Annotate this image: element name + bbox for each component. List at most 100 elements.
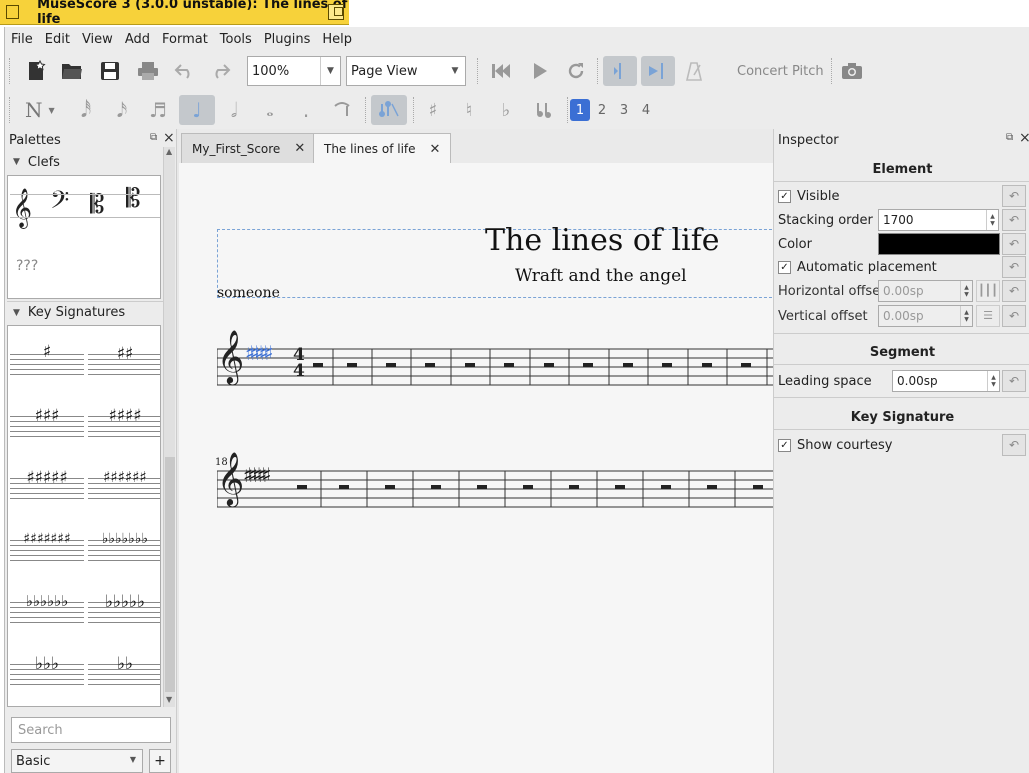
voice-3-button[interactable]: 3	[614, 99, 634, 121]
redo-icon[interactable]	[205, 56, 235, 86]
menu-help[interactable]: Help	[316, 32, 358, 47]
loop-in-icon[interactable]	[603, 56, 637, 86]
save-icon[interactable]	[95, 56, 125, 86]
spinner-arrows-icon[interactable]: ▲ ▼	[960, 306, 972, 326]
open-folder-icon[interactable]	[57, 56, 87, 86]
flip-direction-icon[interactable]	[371, 95, 407, 125]
stacking-order-input[interactable]: 1700 ▲ ▼	[878, 209, 999, 231]
palettes-scrollbar[interactable]: ▲ ▼	[163, 147, 175, 707]
section-keysig-header[interactable]: ▼ Key Signatures	[7, 301, 165, 323]
staff-system-1[interactable]: 𝄞 ♯♯♯♯♯ 44	[217, 333, 773, 387]
v-offset-input[interactable]: 0.00sp ▲ ▼	[878, 305, 973, 327]
staff-system-2[interactable]: 𝄞 ♯♯♯♯♯	[217, 455, 773, 509]
close-icon[interactable]: ✕	[294, 141, 305, 156]
keysig-2-sharps[interactable]: ♯♯	[88, 328, 160, 388]
key-signature[interactable]: ♯♯♯♯♯	[243, 463, 271, 487]
maximize-icon[interactable]	[328, 4, 344, 20]
reset-icon[interactable]: ↶	[1002, 434, 1026, 456]
tab-the-lines-of-life[interactable]: The lines of life ✕	[313, 133, 452, 164]
keysig-6-sharps[interactable]: ♯♯♯♯♯♯	[88, 452, 160, 512]
auto-placement-checkbox[interactable]: ✓	[778, 260, 791, 274]
treble-clef-icon[interactable]: 𝄞	[217, 333, 244, 379]
visible-checkbox[interactable]: ✓	[778, 189, 791, 203]
32nd-note-icon[interactable]: 𝅘𝅥𝅯	[107, 95, 137, 125]
add-workspace-button[interactable]: +	[149, 749, 171, 773]
spinner-arrows-icon[interactable]: ▲ ▼	[987, 371, 999, 391]
treble-clef-icon[interactable]: 𝄞	[217, 455, 244, 501]
score-canvas[interactable]: The lines of life Wraft and the angel so…	[179, 163, 777, 773]
scrollbar-thumb[interactable]	[165, 457, 175, 692]
metronome-icon[interactable]	[679, 56, 709, 86]
new-score-icon[interactable]	[21, 56, 51, 86]
reset-icon[interactable]: ↶	[1002, 209, 1026, 231]
float-icon[interactable]: ⧉	[150, 132, 157, 143]
keysig-5-sharps[interactable]: ♯♯♯♯♯	[10, 452, 84, 512]
spinner-arrows-icon[interactable]: ▲ ▼	[960, 281, 972, 301]
half-note-icon[interactable]: 𝅗𝅥	[219, 95, 249, 125]
print-icon[interactable]	[133, 56, 163, 86]
menu-view[interactable]: View	[76, 32, 119, 47]
16th-note-icon[interactable]: ♬	[143, 95, 173, 125]
keysig-5-flats[interactable]: ♭♭♭♭♭	[88, 576, 160, 636]
reset-icon[interactable]: ↶	[1002, 370, 1026, 392]
score-subtitle[interactable]: Wraft and the angel	[515, 266, 687, 286]
scroll-down-icon[interactable]: ▼	[166, 695, 172, 704]
h-offset-input[interactable]: 0.00sp ▲ ▼	[878, 280, 973, 302]
tab-my-first-score[interactable]: My_First_Score ✕	[181, 133, 317, 163]
view-mode-combo[interactable]: Page View ▼	[346, 56, 466, 86]
section-clefs-header[interactable]: ▼ Clefs	[7, 151, 165, 173]
score-composer[interactable]: someone	[217, 285, 280, 301]
grid-snap-v-icon[interactable]: ☰	[976, 305, 1000, 327]
quarter-note-icon[interactable]: ♩	[179, 95, 215, 125]
64th-note-icon[interactable]: 𝅘𝅥𝅰	[71, 95, 101, 125]
keysig-1-sharp[interactable]: ♯	[10, 328, 84, 388]
sharp-icon[interactable]: ♯	[418, 95, 448, 125]
scroll-up-icon[interactable]: ▲	[166, 147, 172, 156]
toolbar-grip[interactable]	[9, 58, 11, 84]
reset-icon[interactable]: ↶	[1002, 256, 1026, 278]
time-signature[interactable]: 44	[293, 347, 305, 380]
menu-add[interactable]: Add	[119, 32, 156, 47]
key-signature-selected[interactable]: ♯♯♯♯♯	[245, 341, 273, 365]
float-icon[interactable]: ⧉	[1006, 132, 1013, 143]
natural-icon[interactable]: ♮	[454, 95, 484, 125]
whole-note-icon[interactable]: 𝅝	[255, 95, 285, 125]
keysig-3-sharps[interactable]: ♯♯♯	[10, 390, 84, 450]
rewind-icon[interactable]	[487, 56, 517, 86]
menu-tools[interactable]: Tools	[214, 32, 258, 47]
palette-search-input[interactable]: Search	[11, 717, 171, 743]
keysig-4-flats[interactable]: ♭♭♭	[10, 638, 84, 698]
flat-icon[interactable]: ♭	[491, 95, 521, 125]
voice-2-button[interactable]: 2	[592, 99, 612, 121]
color-swatch[interactable]	[878, 233, 1000, 255]
reset-icon[interactable]: ↶	[1002, 233, 1026, 255]
play-icon[interactable]	[525, 56, 555, 86]
keysig-2-flats[interactable]: ♭♭	[88, 638, 160, 698]
leading-space-input[interactable]: 0.00sp ▲ ▼	[892, 370, 1000, 392]
tie-icon[interactable]	[327, 95, 357, 125]
close-icon[interactable]: ×	[163, 130, 175, 146]
unknown-clef-label[interactable]: ???	[16, 258, 38, 274]
reset-icon[interactable]: ↶	[1002, 305, 1026, 327]
undo-icon[interactable]	[170, 56, 200, 86]
loop-icon[interactable]	[561, 56, 591, 86]
chevron-down-icon[interactable]: ▼	[445, 57, 465, 85]
score-title[interactable]: The lines of life	[485, 223, 720, 258]
reset-icon[interactable]: ↶	[1002, 185, 1026, 207]
keysig-6-flats[interactable]: ♭♭♭♭♭♭	[10, 576, 84, 636]
spinner-arrows-icon[interactable]: ▲ ▼	[986, 210, 998, 230]
voice-swap-icon[interactable]	[529, 95, 559, 125]
toolbar-grip[interactable]	[9, 97, 11, 123]
loop-out-icon[interactable]	[641, 56, 675, 86]
menu-format[interactable]: Format	[156, 32, 214, 47]
menu-file[interactable]: File	[5, 32, 39, 47]
window-menu-icon[interactable]	[6, 5, 20, 19]
camera-icon[interactable]	[837, 56, 867, 86]
dot-icon[interactable]: .	[291, 95, 321, 125]
keysig-7-flats[interactable]: ♭♭♭♭♭♭♭	[88, 514, 160, 574]
zoom-combo[interactable]: 100% ▼	[247, 56, 341, 86]
workspace-combo[interactable]: Basic ▼	[11, 749, 143, 773]
close-icon[interactable]: ×	[1019, 130, 1029, 146]
grid-snap-h-icon[interactable]: ┃┃┃	[976, 280, 1000, 302]
close-icon[interactable]: ✕	[430, 142, 441, 157]
